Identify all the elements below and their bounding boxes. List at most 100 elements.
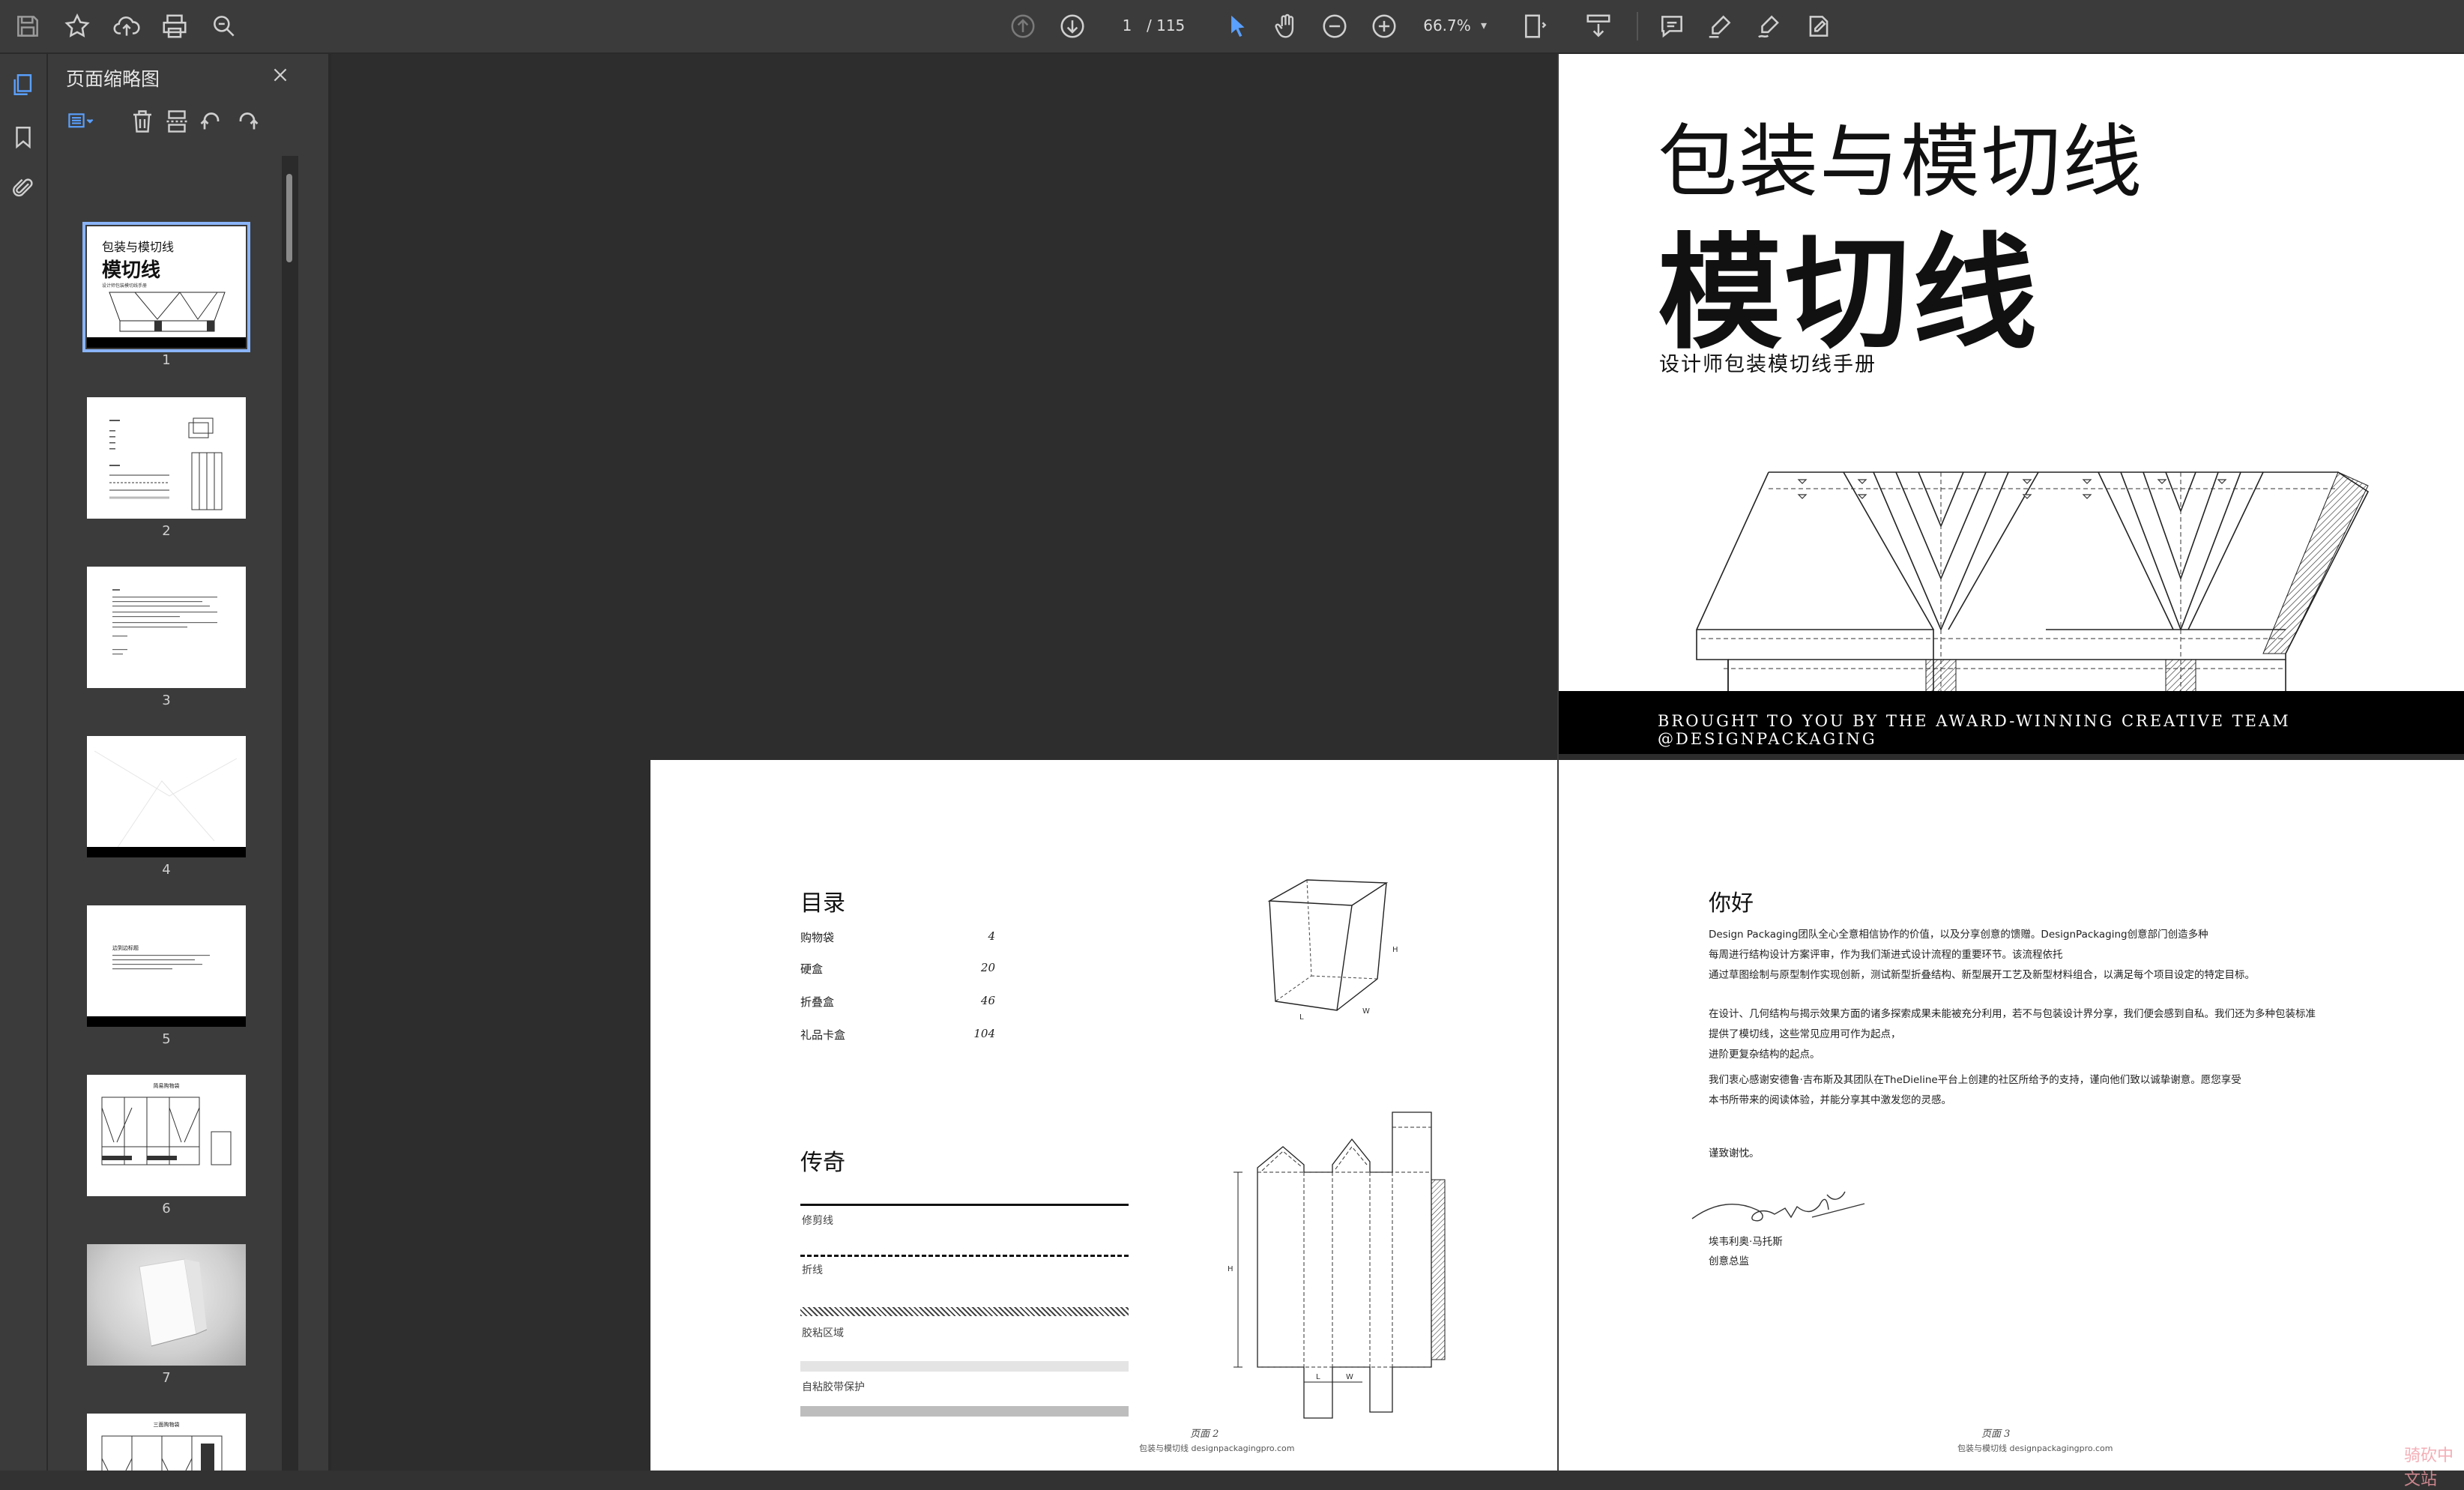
page-spread-divider (1557, 54, 1559, 1471)
zoom-level[interactable]: 66.7% (1413, 10, 1481, 40)
thumbnail-options-icon[interactable] (64, 105, 97, 138)
thumbnail-label: 6 (162, 1201, 171, 1216)
glue-area-sample (800, 1307, 1129, 1316)
folding-box-dieline: H L W (1228, 1112, 1446, 1419)
thumbnail-content (112, 589, 217, 655)
thumbnail-title: 边到边标题 (112, 945, 139, 951)
dim-h: H (1228, 1265, 1233, 1273)
page-fit-icon[interactable] (1518, 9, 1553, 43)
watermark-logo: 骑砍中文站 (2404, 1447, 2454, 1489)
thumbnail-title: 简易购物袋 (153, 1083, 180, 1089)
sign-icon[interactable] (1752, 9, 1787, 43)
thumbnail-page-7[interactable] (87, 1244, 246, 1366)
thumbnail-page-5[interactable]: 边到边标题 (87, 905, 246, 1027)
thumbnail-scroll-handle[interactable] (286, 174, 292, 262)
page-total: / 115 (1147, 16, 1186, 34)
page-big-title: 模切线 (1658, 222, 2040, 367)
toc-label: 折叠盒 (800, 995, 835, 1009)
zoom-in-icon[interactable] (1367, 9, 1401, 43)
thumbnail-dieline (109, 292, 226, 332)
page-label: 页面 2 (1190, 1429, 1219, 1440)
thumbnail-title: 三面购物袋 (153, 1422, 180, 1428)
thumbnail-page-2[interactable] (87, 397, 246, 519)
tape-sample-light (800, 1361, 1129, 1372)
signer-role: 创意总监 (1709, 1255, 1749, 1267)
dim-w: W (1362, 1007, 1370, 1016)
thumbnail-label: 7 (162, 1370, 171, 1386)
toc-row[interactable]: 折叠盒 46 (800, 994, 995, 1016)
thumbnail-subtitle: 模切线 (102, 259, 161, 282)
toc-page: 4 (988, 929, 995, 943)
dim-w: W (1346, 1373, 1353, 1381)
thumbnail-page-6[interactable]: 简易购物袋 (87, 1075, 246, 1196)
toc-page: 104 (973, 1027, 995, 1040)
paragraph-1: Design Packaging团队全心全意相信协作的价值，以及分享创意的馈赠。… (1709, 925, 2255, 986)
toolbar-divider (1637, 12, 1638, 40)
thumbnail-page-8[interactable]: 三面购物袋 (87, 1414, 246, 1471)
thumbnail-bag-photo (139, 1258, 208, 1347)
thumbnail-content (101, 1097, 232, 1165)
page-1: 包装与模切线 模切线 设计师包装模切线手册 BROUGHT TO YOU BY … (1559, 54, 2464, 754)
upload-icon[interactable] (109, 9, 144, 43)
paragraph-3: 我们衷心感谢安德鲁·吉布斯及其团队在TheDieline平台上创建的社区所给予的… (1709, 1070, 2241, 1111)
dim-h: H (1392, 946, 1398, 954)
zoom-dropdown-icon[interactable]: ▾ (1481, 10, 1496, 40)
trim-line-sample (800, 1204, 1129, 1206)
scroll-mode-icon[interactable] (1581, 9, 1616, 43)
prev-page-icon[interactable] (1006, 9, 1040, 43)
extract-icon[interactable] (160, 105, 193, 138)
hand-icon[interactable] (1269, 9, 1304, 43)
thumbnail-page-4[interactable] (87, 736, 246, 857)
thumbnail-scrollbar[interactable] (282, 156, 298, 1471)
thumbnail-content (87, 955, 246, 1027)
signer-name: 埃韦利奥·马托斯 (1709, 1236, 1783, 1248)
shopping-bag-dieline (1696, 471, 2370, 708)
thumbnail-caption: 设计师包装模切线手册 (102, 283, 148, 289)
text-line: 我们衷心感谢安德鲁·吉布斯及其团队在TheDieline平台上创建的社区所给予的… (1709, 1074, 2241, 1086)
select-cursor-icon[interactable] (1220, 9, 1254, 43)
text-line: 每周进行结构设计方案评审，作为我们渐进式设计流程的重要环节。该流程依托 (1709, 949, 2063, 961)
rotate-left-icon[interactable] (195, 105, 228, 138)
thumbnail-content (109, 417, 223, 510)
save-icon[interactable] (10, 9, 45, 43)
toc-row[interactable]: 硬盒 20 (800, 961, 995, 983)
toc-row[interactable]: 礼品卡盒 104 (800, 1027, 995, 1049)
text-line: Design Packaging团队全心全意相信协作的价值，以及分享创意的馈赠。… (1709, 929, 2208, 941)
thumbnail-label: 2 (162, 523, 171, 539)
toc-label: 礼品卡盒 (800, 1028, 846, 1042)
delete-icon[interactable] (126, 105, 159, 138)
toc-label: 硬盒 (800, 962, 824, 976)
legend-label: 胶粘区域 (802, 1327, 844, 1339)
next-page-icon[interactable] (1055, 9, 1090, 43)
navigation-rail (0, 54, 48, 1471)
pages-icon[interactable] (7, 69, 39, 100)
tape-sample-dark (800, 1406, 1129, 1417)
fill-sign-icon[interactable] (1802, 9, 1836, 43)
close-icon[interactable] (265, 60, 295, 90)
attachment-icon[interactable] (7, 172, 39, 204)
dim-l: L (1299, 1013, 1304, 1022)
thumbnail-title: 包装与模切线 (102, 240, 175, 254)
comment-icon[interactable] (1655, 9, 1689, 43)
rotate-right-icon[interactable] (231, 105, 264, 138)
fold-line-sample (800, 1255, 1129, 1257)
print-icon[interactable] (157, 9, 192, 43)
thumbnail-label: 1 (162, 352, 171, 368)
bookmark-icon[interactable] (7, 121, 39, 153)
thumbnail-label: 5 (162, 1031, 171, 1047)
star-icon[interactable] (60, 9, 94, 43)
zoom-out-icon[interactable] (1317, 9, 1352, 43)
page-number-input[interactable]: 1 (1108, 10, 1147, 40)
toc-title: 目录 (800, 890, 845, 917)
paragraph-2: 在设计、几何结构与揭示效果方面的诸多探索成果未能被充分利用，若不与包装设计界分享… (1709, 1004, 2316, 1065)
highlight-icon[interactable] (1703, 9, 1737, 43)
zoom-search-icon[interactable] (207, 9, 241, 43)
thumbnail-label: 3 (162, 693, 171, 708)
toc-row[interactable]: 购物袋 4 (800, 929, 995, 952)
thumbnail-page-3[interactable] (87, 567, 246, 688)
thumbnail-band (87, 337, 246, 348)
dim-l: L (1316, 1373, 1320, 1381)
greeting-title: 你好 (1709, 890, 1754, 917)
thumbnail-page-1[interactable]: 包装与模切线 模切线 设计师包装模切线手册 (82, 222, 250, 352)
banner-text: BROUGHT TO YOU BY THE AWARD-WINNING CREA… (1658, 712, 2291, 748)
